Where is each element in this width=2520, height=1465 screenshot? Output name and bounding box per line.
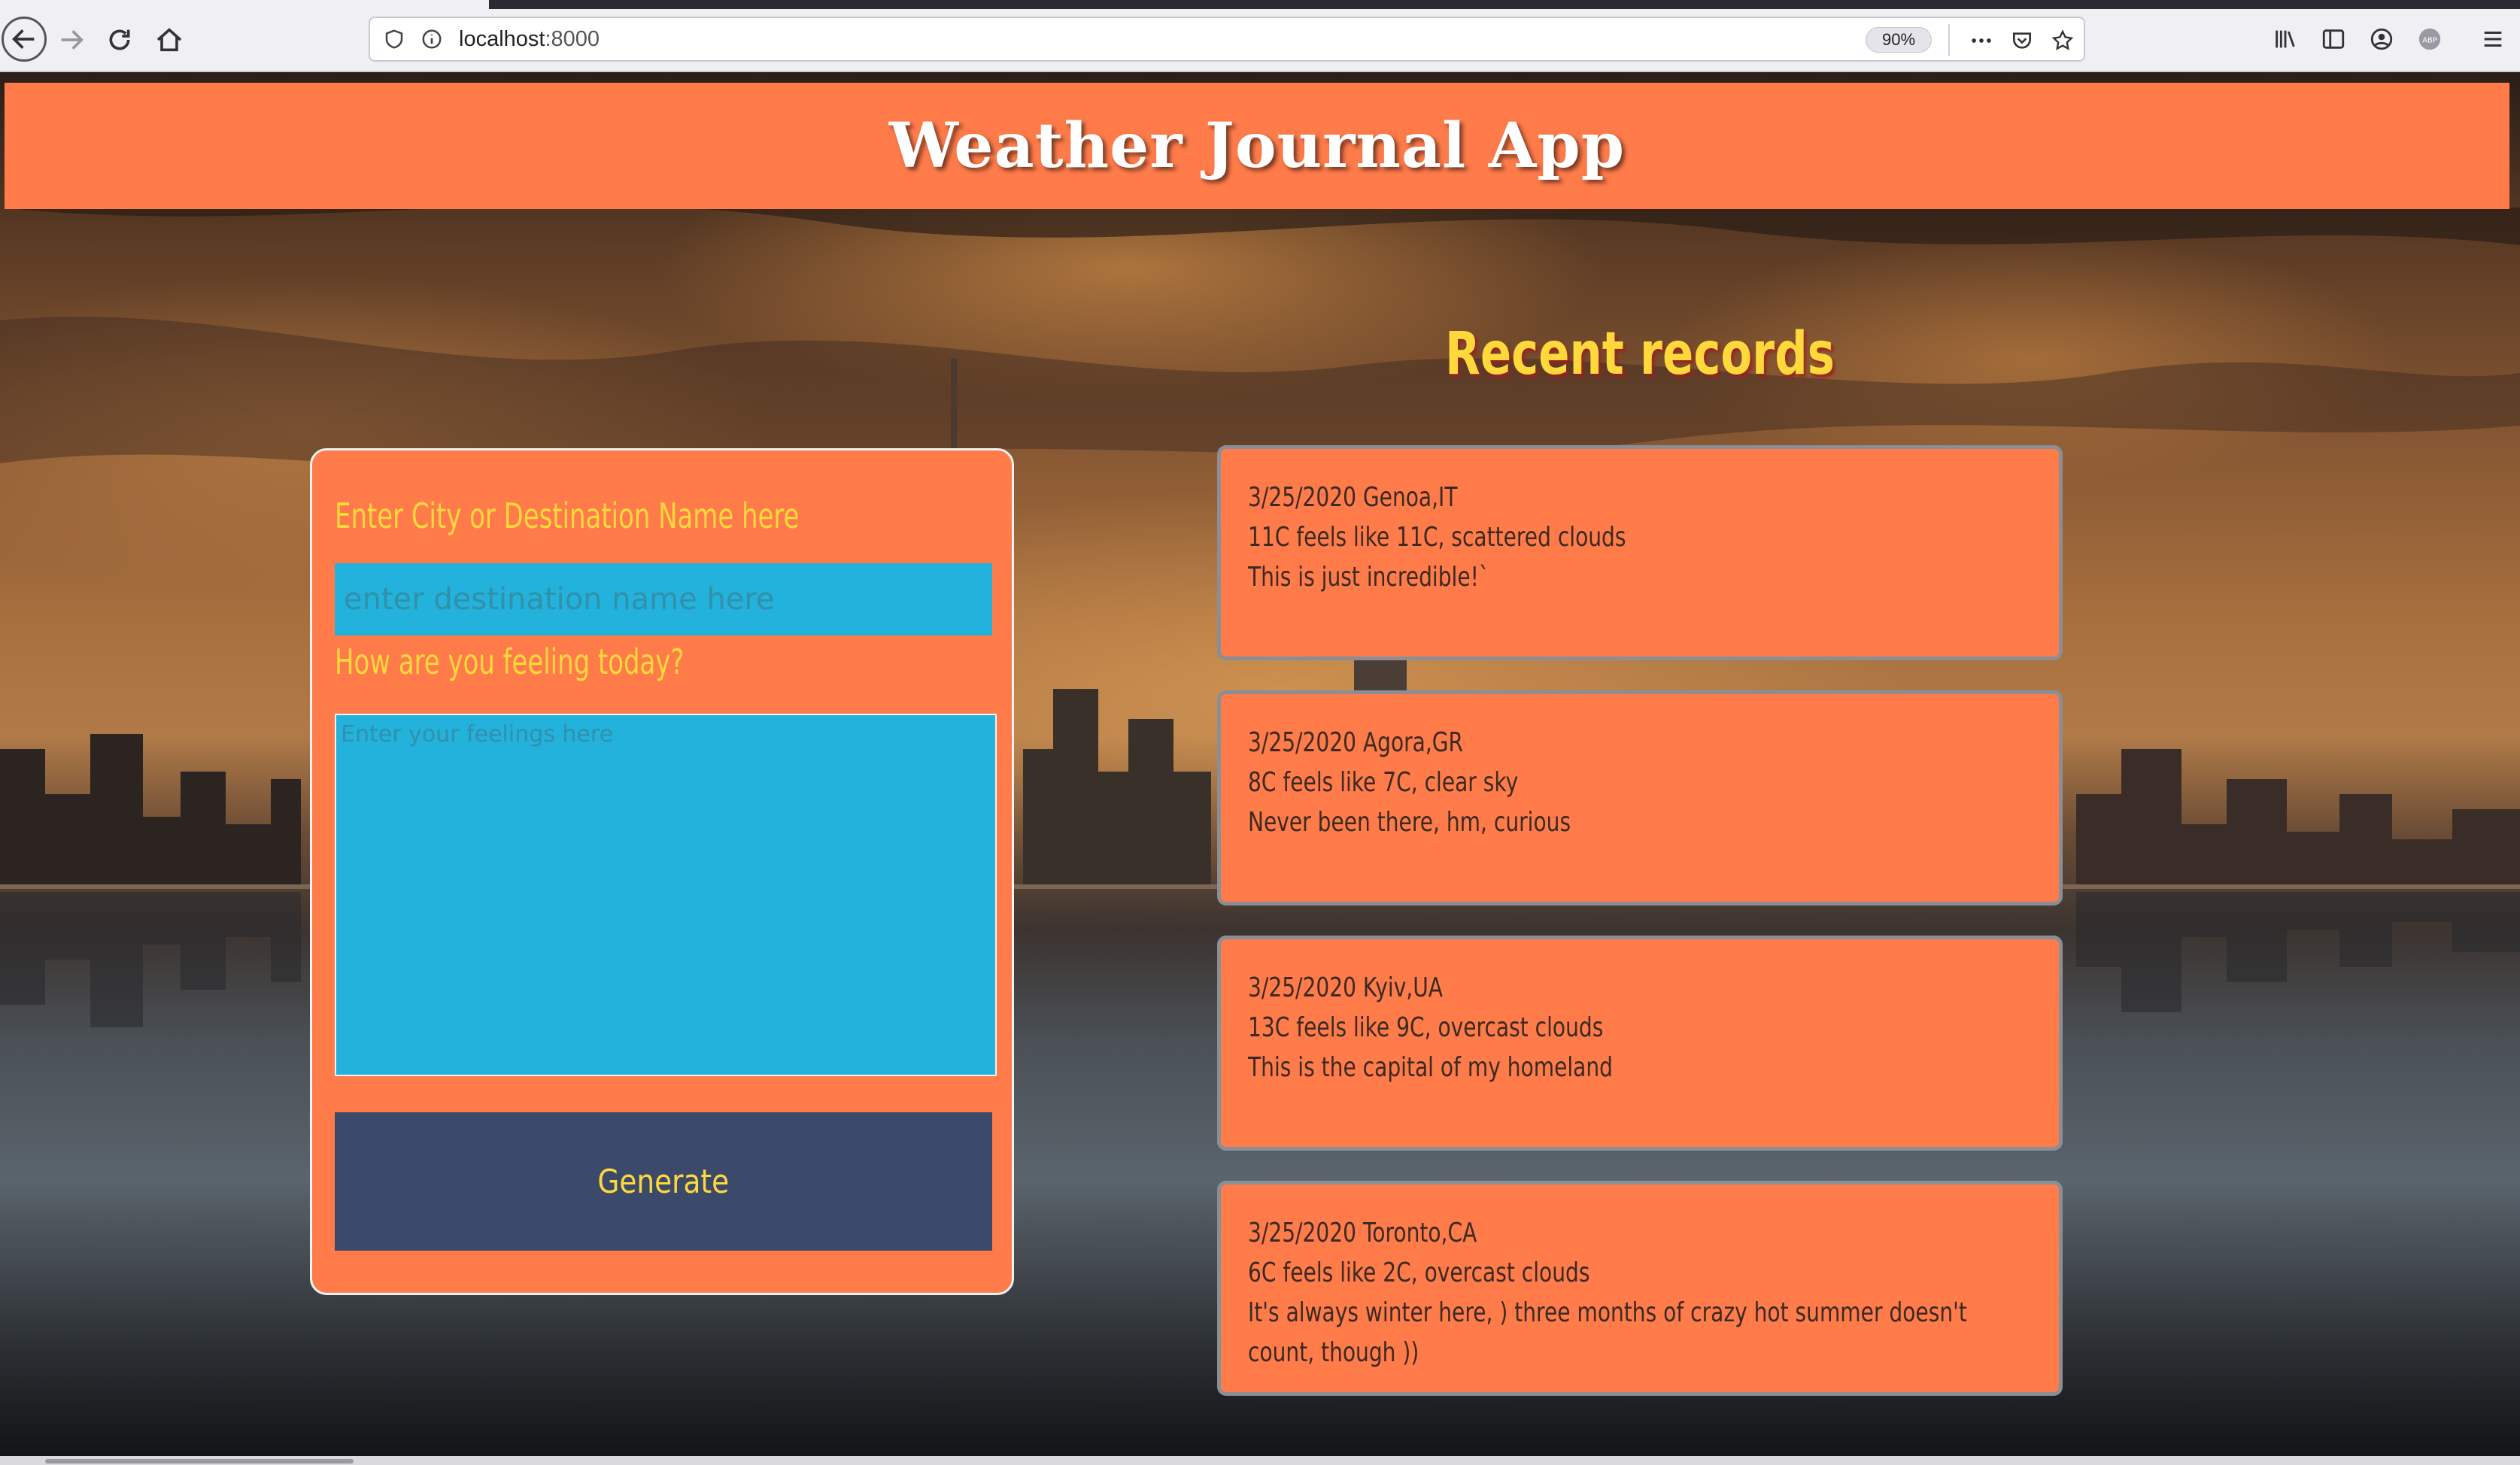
sidebar-icon[interactable] bbox=[2315, 21, 2351, 57]
tab-background bbox=[154, 0, 489, 9]
record-card: 3/25/2020 Toronto,CA 6C feels like 2C, o… bbox=[1217, 1181, 2063, 1396]
url-text[interactable]: localhost:8000 bbox=[459, 27, 600, 52]
record-feelings: This is the capital of my homeland bbox=[1248, 1052, 1614, 1083]
app-header: Weather Journal App bbox=[5, 83, 2509, 209]
record-weather: 6C feels like 2C, overcast clouds bbox=[1248, 1257, 1590, 1288]
record-feelings: It's always winter here, ) three months … bbox=[1248, 1297, 1967, 1368]
url-bar[interactable]: localhost:8000 90% bbox=[369, 17, 2085, 62]
record-feelings: This is just incredible!` bbox=[1248, 562, 1489, 593]
journal-form-card: Enter City or Destination Name here How … bbox=[310, 448, 1014, 1295]
city-label: Enter City or Destination Name here bbox=[335, 496, 800, 536]
feelings-label: How are you feeling today? bbox=[335, 642, 685, 682]
active-tab[interactable] bbox=[0, 0, 154, 9]
record-card: 3/25/2020 Kyiv,UA 13C feels like 9C, ove… bbox=[1217, 936, 2063, 1151]
destination-input[interactable] bbox=[335, 563, 992, 635]
reload-icon[interactable] bbox=[98, 18, 141, 62]
record-date-location: 3/25/2020 Kyiv,UA bbox=[1248, 972, 1444, 1003]
record-feelings: Never been there, hm, curious bbox=[1248, 807, 1571, 838]
pocket-icon[interactable] bbox=[2007, 26, 2037, 56]
shield-icon[interactable] bbox=[381, 26, 408, 53]
record-weather: 8C feels like 7C, clear sky bbox=[1248, 767, 1519, 798]
bookmark-star-icon[interactable] bbox=[2048, 26, 2078, 56]
more-icon[interactable] bbox=[1966, 26, 1996, 56]
library-icon[interactable] bbox=[2267, 21, 2303, 57]
url-host: localhost bbox=[459, 27, 545, 51]
menu-icon[interactable] bbox=[2475, 21, 2511, 57]
feelings-textarea[interactable] bbox=[335, 714, 997, 1076]
record-date-location: 3/25/2020 Agora,GR bbox=[1248, 727, 1464, 758]
browser-toolbar: localhost:8000 90% ABP bbox=[0, 0, 2520, 72]
account-icon[interactable] bbox=[2364, 21, 2400, 57]
url-divider bbox=[1948, 24, 1950, 56]
app-title: Weather Journal App bbox=[888, 110, 1626, 182]
back-icon[interactable] bbox=[2, 17, 47, 62]
page-viewport: Weather Journal App Enter City or Destin… bbox=[0, 72, 2520, 1456]
record-date-location: 3/25/2020 Genoa,IT bbox=[1248, 482, 1458, 513]
record-weather: 13C feels like 9C, overcast clouds bbox=[1248, 1012, 1604, 1043]
record-card: 3/25/2020 Agora,GR 8C feels like 7C, cle… bbox=[1217, 690, 2063, 905]
record-weather: 11C feels like 11C, scattered clouds bbox=[1248, 522, 1626, 553]
zoom-level-badge[interactable]: 90% bbox=[1866, 27, 1932, 53]
url-port: :8000 bbox=[545, 27, 600, 51]
horizontal-scrollbar[interactable] bbox=[0, 1456, 2520, 1465]
record-date-location: 3/25/2020 Toronto,CA bbox=[1248, 1218, 1477, 1248]
adblock-icon[interactable]: ABP bbox=[2412, 21, 2448, 57]
scrollbar-thumb[interactable] bbox=[45, 1459, 354, 1463]
recent-records-title: Recent records bbox=[1445, 320, 1835, 388]
generate-button[interactable]: Generate bbox=[335, 1112, 992, 1251]
forward-icon[interactable] bbox=[50, 18, 93, 62]
home-icon[interactable] bbox=[147, 18, 191, 62]
info-icon[interactable] bbox=[418, 26, 445, 53]
svg-text:ABP: ABP bbox=[2422, 36, 2437, 44]
generate-button-label: Generate bbox=[597, 1162, 730, 1201]
record-card: 3/25/2020 Genoa,IT 11C feels like 11C, s… bbox=[1217, 445, 2063, 660]
